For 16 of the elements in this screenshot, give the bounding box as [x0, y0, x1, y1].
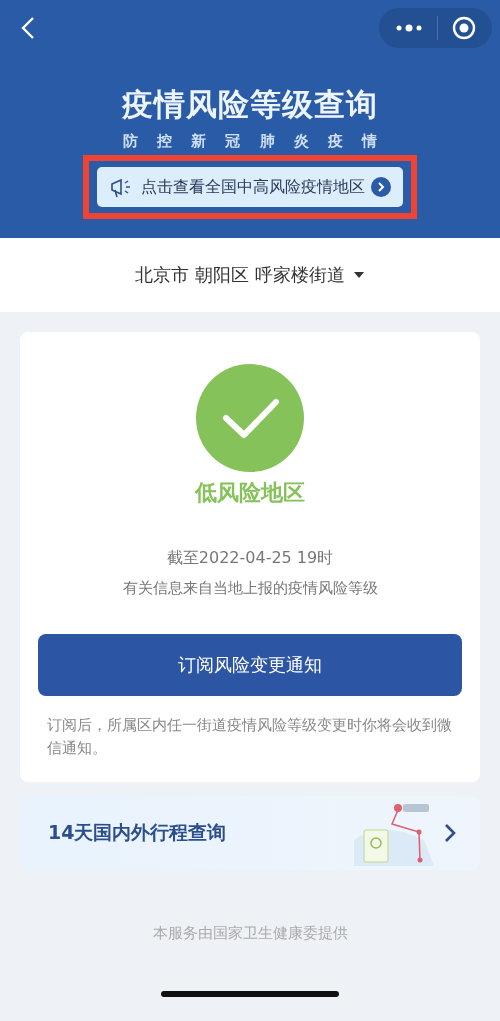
- footer-text: 本服务由国家卫生健康委提供: [151, 924, 349, 944]
- page-subtitle: 防 控 新 冠 肺 炎 疫 情: [122, 132, 378, 151]
- update-time: 截至2022-04-25 19时: [166, 548, 334, 569]
- page-title: 疫情风险等级查询: [122, 85, 378, 124]
- location-selector[interactable]: 北京市 朝阳区 呼家楼街道: [0, 238, 500, 312]
- back-icon[interactable]: [20, 16, 36, 40]
- chevron-right-icon: [371, 177, 391, 197]
- more-icon[interactable]: [395, 23, 423, 33]
- source-note: 有关信息来自当地上报的疫情风险等级: [122, 579, 378, 598]
- notice-banner[interactable]: 点击查看全国中高风险疫情地区: [97, 167, 403, 207]
- trip-query-card[interactable]: 14天国内外行程查询: [20, 796, 480, 871]
- dropdown-caret-icon: [352, 271, 365, 279]
- risk-level: 低风险地区: [195, 479, 305, 507]
- subscribe-button[interactable]: 订阅风险变更通知: [38, 634, 462, 696]
- chevron-right-icon: [444, 823, 456, 844]
- subscribe-note: 订阅后，所属区内任一街道疫情风险等级变更时你将会收到微信通知。: [46, 716, 453, 759]
